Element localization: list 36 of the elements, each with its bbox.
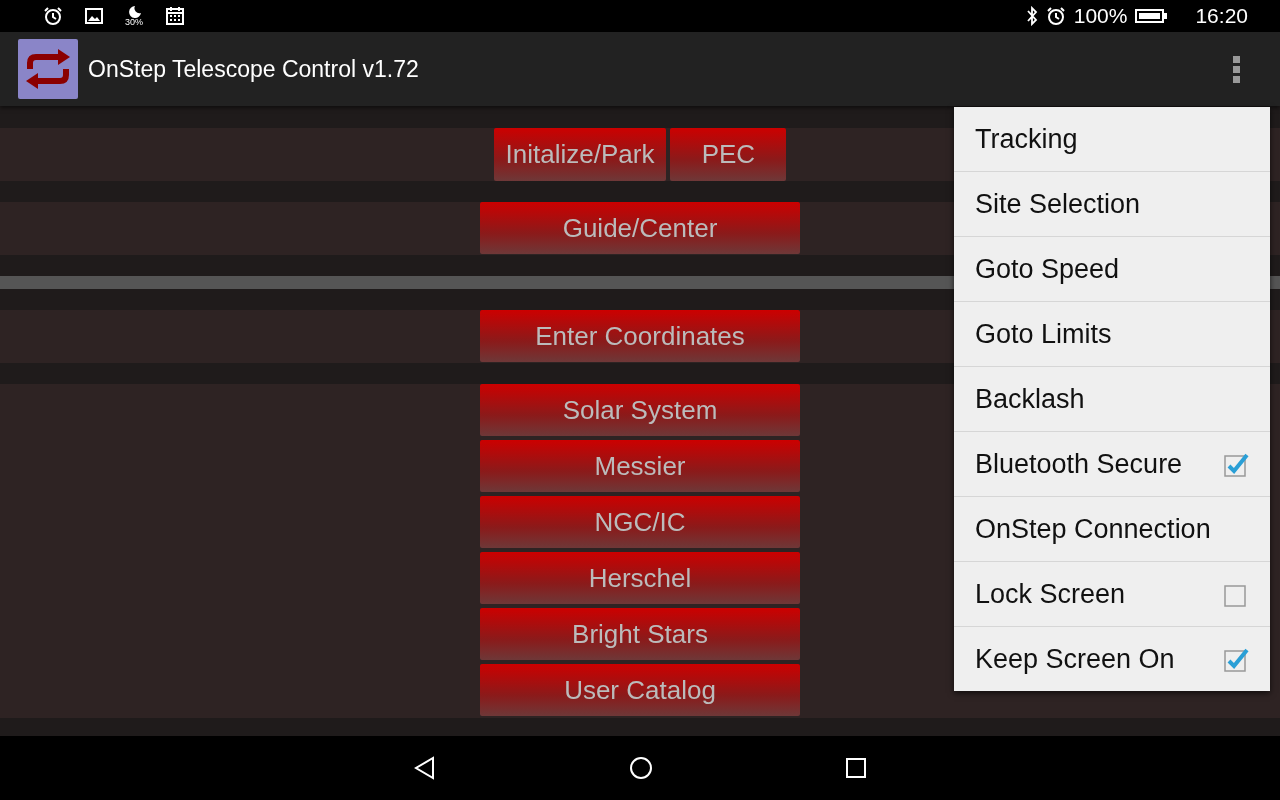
recents-icon[interactable] bbox=[845, 757, 867, 779]
alarm-clock-icon bbox=[43, 6, 63, 26]
app-title: OnStep Telescope Control v1.72 bbox=[88, 55, 419, 83]
moon-percent: 30% bbox=[125, 17, 143, 27]
battery-icon bbox=[1135, 8, 1168, 24]
catalog-button[interactable]: NGC/IC bbox=[480, 496, 800, 548]
calendar-icon bbox=[165, 6, 185, 26]
moon-icon bbox=[127, 5, 141, 18]
catalog-button[interactable]: User Catalog bbox=[480, 664, 800, 716]
menu-item[interactable]: Goto Limits bbox=[954, 302, 1270, 367]
menu-item[interactable]: Site Selection bbox=[954, 172, 1270, 237]
menu-item[interactable]: Tracking bbox=[954, 107, 1270, 172]
menu-button[interactable]: Guide/Center bbox=[480, 202, 800, 254]
catalog-button[interactable]: Bright Stars bbox=[480, 608, 800, 660]
battery-percent: 100% bbox=[1073, 4, 1128, 28]
bluetooth-icon bbox=[1025, 6, 1038, 26]
menu-item[interactable]: Bluetooth Secure bbox=[954, 432, 1270, 497]
menu-button[interactable]: Enter Coordinates bbox=[480, 310, 800, 362]
checked-checkbox[interactable] bbox=[1223, 646, 1249, 672]
menu-button[interactable]: PEC bbox=[670, 128, 787, 181]
checked-checkbox[interactable] bbox=[1223, 451, 1249, 477]
back-icon[interactable] bbox=[413, 756, 437, 780]
menu-item[interactable]: Keep Screen On bbox=[954, 627, 1270, 691]
app-logo-icon bbox=[18, 39, 78, 99]
catalog-button[interactable]: Solar System bbox=[480, 384, 800, 436]
menu-item[interactable]: Backlash bbox=[954, 367, 1270, 432]
catalog-button[interactable]: Messier bbox=[480, 440, 800, 492]
clock-time: 16:20 bbox=[1195, 4, 1248, 28]
home-icon[interactable] bbox=[629, 756, 653, 780]
alarm-clock-icon bbox=[1045, 6, 1066, 26]
menu-button[interactable]: Initalize/Park bbox=[493, 128, 667, 181]
image-icon bbox=[85, 7, 103, 25]
menu-item[interactable]: Lock Screen bbox=[954, 562, 1270, 627]
catalog-button[interactable]: Herschel bbox=[480, 552, 800, 604]
menu-item[interactable]: Goto Speed bbox=[954, 237, 1270, 302]
menu-item[interactable]: OnStep Connection bbox=[954, 497, 1270, 562]
